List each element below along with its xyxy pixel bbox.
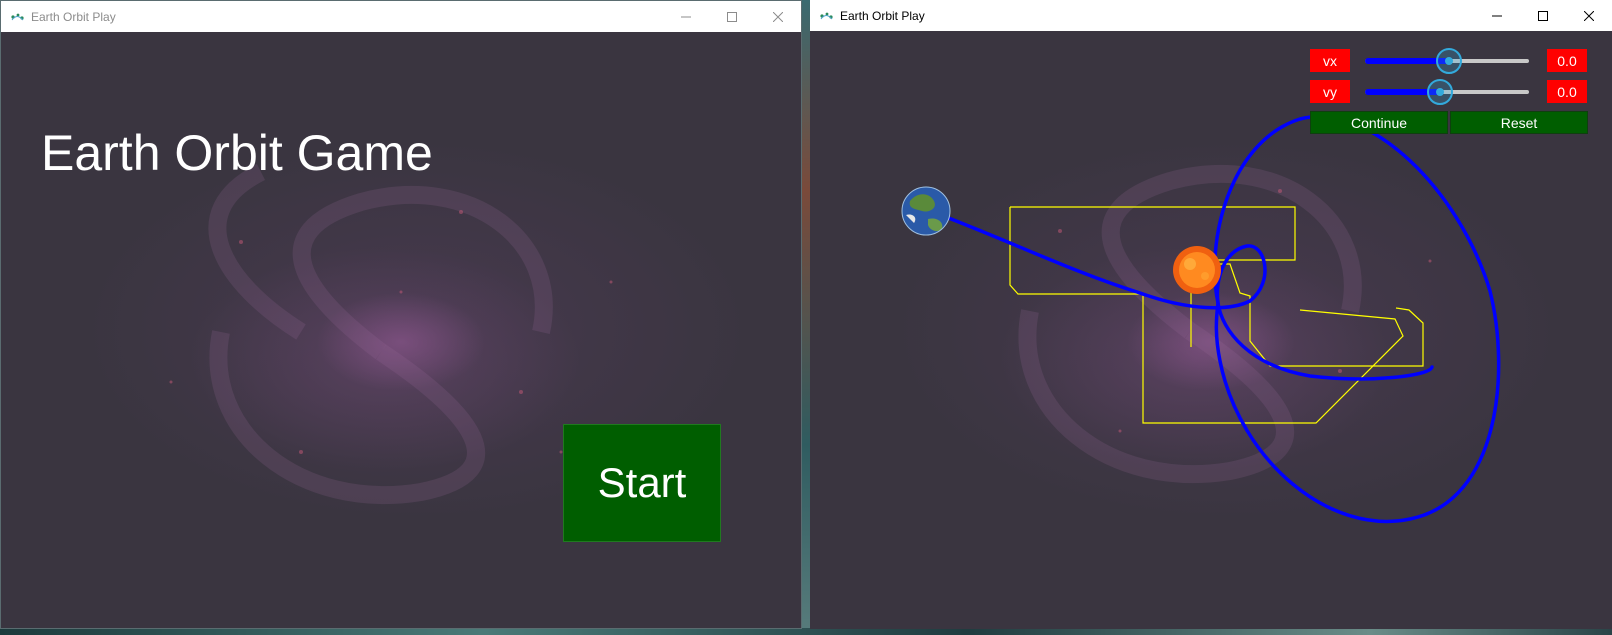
- play-window: Earth Orbit Play vx 0.0 vy 0.0 Continue …: [810, 0, 1612, 629]
- start-window: Earth Orbit Play Earth Orbit Game Start: [0, 0, 802, 629]
- vy-value: 0.0: [1547, 80, 1587, 103]
- minimize-button[interactable]: [663, 1, 709, 32]
- close-icon: [1584, 10, 1594, 21]
- vx-label: vx: [1310, 49, 1350, 72]
- maximize-button[interactable]: [1520, 0, 1566, 31]
- slider-thumb[interactable]: [1435, 48, 1462, 74]
- taskbar-strip: [0, 628, 1612, 635]
- desktop-background: [801, 0, 810, 635]
- title-bar[interactable]: Earth Orbit Play: [810, 0, 1612, 31]
- vy-label: vy: [1310, 80, 1350, 103]
- maze-wall: [1009, 207, 1404, 424]
- close-button[interactable]: [755, 1, 801, 32]
- maximize-icon: [1538, 10, 1548, 21]
- vx-value: 0.0: [1547, 49, 1587, 72]
- start-screen: Earth Orbit Game Start: [1, 32, 801, 628]
- app-icon: [11, 13, 24, 20]
- maximize-icon: [727, 11, 737, 22]
- trajectory-orbit: [1212, 115, 1501, 524]
- vy-slider[interactable]: [1365, 79, 1529, 105]
- minimize-button[interactable]: [1474, 0, 1520, 31]
- app-icon: [820, 12, 833, 19]
- start-button[interactable]: Start: [563, 424, 721, 542]
- trajectory-path: [931, 210, 1434, 381]
- close-button[interactable]: [1566, 0, 1612, 31]
- maze-wall: [1010, 206, 1296, 347]
- window-title: Earth Orbit Play: [31, 9, 116, 24]
- close-icon: [773, 11, 783, 22]
- reset-button[interactable]: Reset: [1450, 111, 1588, 134]
- continue-button[interactable]: Continue: [1310, 111, 1448, 134]
- minimize-icon: [681, 16, 691, 17]
- slider-thumb[interactable]: [1427, 79, 1454, 105]
- sun: [1173, 246, 1221, 294]
- vx-slider[interactable]: [1365, 48, 1529, 74]
- play-screen: vx 0.0 vy 0.0 Continue Reset: [810, 31, 1612, 629]
- title-bar[interactable]: Earth Orbit Play: [1, 1, 801, 32]
- game-title: Earth Orbit Game: [41, 125, 433, 181]
- minimize-icon: [1492, 15, 1502, 16]
- window-title: Earth Orbit Play: [840, 8, 925, 23]
- earth: [901, 186, 951, 236]
- maximize-button[interactable]: [709, 1, 755, 32]
